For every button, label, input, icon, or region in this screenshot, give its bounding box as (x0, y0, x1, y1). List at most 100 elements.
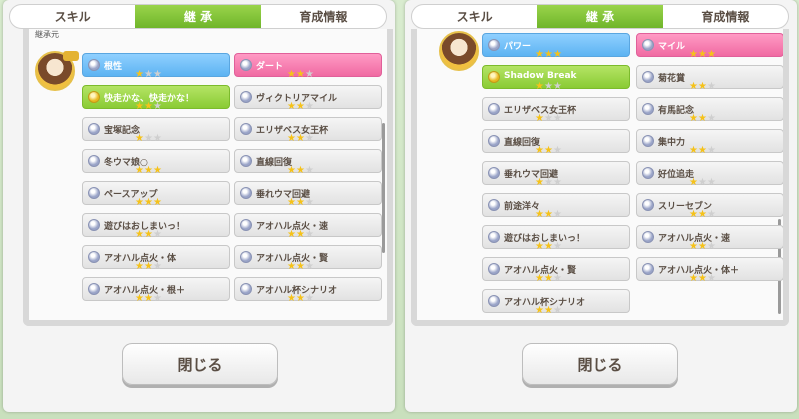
skill-icon (88, 123, 100, 135)
star-rating: ★★★ (135, 262, 162, 272)
skill-card[interactable]: ヴィクトリアマイル ★★★ (234, 85, 382, 112)
star-icon: ★ (697, 113, 707, 124)
star-icon: ★ (143, 133, 153, 144)
skill-card[interactable]: 遊びはおしまいっ！ ★★★ (82, 213, 230, 240)
star-icon: ★ (535, 305, 544, 316)
skill-card[interactable]: アオハル点火・速 ★★★ (636, 225, 783, 252)
star-icon: ★ (706, 241, 716, 252)
star-icon: ★ (697, 145, 707, 156)
star-icon: ★ (287, 133, 296, 144)
tab-inheritance[interactable]: 継 承 (135, 5, 261, 28)
skill-card[interactable]: アオハル点火・賢 ★★★ (482, 257, 630, 284)
skill-card[interactable]: 快走かな、快走かな！ ★★★ (82, 85, 230, 112)
skill-icon (240, 123, 252, 135)
skill-card[interactable]: 宝塚記念 ★★★ (82, 117, 230, 144)
star-icon: ★ (287, 197, 296, 208)
skill-icon (642, 263, 654, 275)
star-rating: ★★★ (689, 146, 716, 156)
star-rating: ★★★ (535, 146, 562, 156)
skill-card[interactable]: スリーセブン ★★★ (636, 193, 783, 220)
skill-icon (488, 167, 500, 179)
skill-card[interactable]: 根性 ★★★ (82, 53, 230, 80)
star-icon: ★ (143, 293, 153, 304)
star-icon: ★ (535, 241, 544, 252)
skill-card[interactable]: エリザベス女王杯 ★★★ (234, 117, 382, 144)
skill-card[interactable]: 直線回復 ★★★ (482, 129, 630, 156)
star-icon: ★ (295, 133, 305, 144)
scrollbar[interactable] (382, 123, 385, 253)
skill-name: 根性 (104, 62, 123, 72)
star-rating: ★★★ (535, 50, 562, 60)
skill-card[interactable]: アオハル点火・速 ★★★ (234, 213, 382, 240)
skill-icon (642, 135, 654, 147)
star-icon: ★ (706, 273, 716, 284)
star-icon: ★ (689, 81, 698, 92)
close-button[interactable]: 閉じる (122, 343, 278, 385)
star-icon: ★ (552, 273, 562, 284)
skill-card[interactable]: ダート ★★★ (234, 53, 382, 80)
star-icon: ★ (543, 305, 553, 316)
tab-inheritance[interactable]: 継 承 (537, 5, 663, 28)
star-rating: ★★★ (135, 198, 162, 208)
star-icon: ★ (295, 293, 305, 304)
star-icon: ★ (295, 229, 305, 240)
star-rating: ★★★ (535, 274, 562, 284)
skill-card[interactable]: ペースアップ ★★★ (82, 181, 230, 208)
skill-card[interactable]: アオハル杯シナリオ ★★★ (234, 277, 382, 304)
tab-skills[interactable]: スキル (10, 5, 135, 28)
star-icon: ★ (552, 81, 562, 92)
skill-card[interactable]: 遊びはおしまいっ！ ★★★ (482, 225, 630, 252)
skill-card[interactable]: アオハル点火・賢 ★★★ (234, 245, 382, 272)
skill-card[interactable]: エリザベス女王杯 ★★★ (482, 97, 630, 124)
skill-card[interactable]: 好位追走 ★★★ (636, 161, 783, 188)
skill-icon (488, 39, 500, 51)
tab-training-info[interactable]: 育成情報 (261, 5, 386, 28)
star-icon: ★ (135, 229, 144, 240)
skill-card[interactable]: 垂れウマ回避 ★★★ (482, 161, 630, 188)
star-icon: ★ (295, 197, 305, 208)
skill-card[interactable]: Shadow Break ★★★ (482, 65, 630, 92)
skill-icon (88, 91, 100, 103)
star-icon: ★ (552, 305, 562, 316)
star-rating: ★★★ (689, 178, 716, 188)
skill-list-scroll[interactable]: 継承元 根性 ★★★ ダート ★★★ 快走かな、快走かな！ ★★★ ヴィクトリアマイル ★★★… (23, 29, 393, 326)
skill-card[interactable]: アオハル杯シナリオ ★★★ (482, 289, 630, 316)
skill-card[interactable]: 集中力 ★★★ (636, 129, 783, 156)
star-icon: ★ (287, 69, 296, 80)
star-rating: ★★★ (535, 210, 562, 220)
star-icon: ★ (135, 101, 144, 112)
avatar (439, 31, 479, 71)
skill-card[interactable]: 直線回復 ★★★ (234, 149, 382, 176)
skill-icon (488, 71, 500, 83)
star-rating: ★★★ (535, 242, 562, 252)
skill-card[interactable]: 冬ウマ娘○ ★★★ (82, 149, 230, 176)
skill-icon (88, 283, 100, 295)
skill-card[interactable]: アオハル点火・根＋ ★★★ (82, 277, 230, 304)
close-button[interactable]: 閉じる (522, 343, 678, 385)
star-icon: ★ (697, 241, 707, 252)
star-rating: ★★★ (135, 294, 162, 304)
skill-card[interactable]: 垂れウマ回避 ★★★ (234, 181, 382, 208)
star-rating: ★★★ (135, 134, 162, 144)
inheritance-panel-right: スキル 継 承 育成情報 パワー ★★★ マイル ★★★ Shadow Break ★★★… (405, 0, 797, 412)
star-icon: ★ (295, 69, 305, 80)
star-icon: ★ (552, 113, 562, 124)
skill-icon (240, 91, 252, 103)
skill-card[interactable]: 菊花賞 ★★★ (636, 65, 783, 92)
skill-card[interactable]: アオハル点火・体＋ ★★★ (636, 257, 783, 284)
star-rating: ★★★ (135, 166, 162, 176)
skill-card[interactable]: マイル ★★★ (636, 33, 783, 60)
star-icon: ★ (552, 49, 562, 60)
star-icon: ★ (543, 145, 553, 156)
skill-icon (642, 71, 654, 83)
skill-card[interactable]: 前途洋々 ★★★ (482, 193, 630, 220)
skill-card[interactable]: パワー ★★★ (482, 33, 630, 60)
skill-card[interactable]: アオハル点火・体 ★★★ (82, 245, 230, 272)
skill-icon (488, 231, 500, 243)
skill-icon (642, 167, 654, 179)
skill-card[interactable]: 有馬記念 ★★★ (636, 97, 783, 124)
tab-training-info[interactable]: 育成情報 (663, 5, 788, 28)
tab-skills[interactable]: スキル (412, 5, 537, 28)
star-icon: ★ (689, 113, 698, 124)
skill-list-scroll[interactable]: パワー ★★★ マイル ★★★ Shadow Break ★★★ 菊花賞 ★★★ エリザベス女王… (411, 29, 789, 326)
